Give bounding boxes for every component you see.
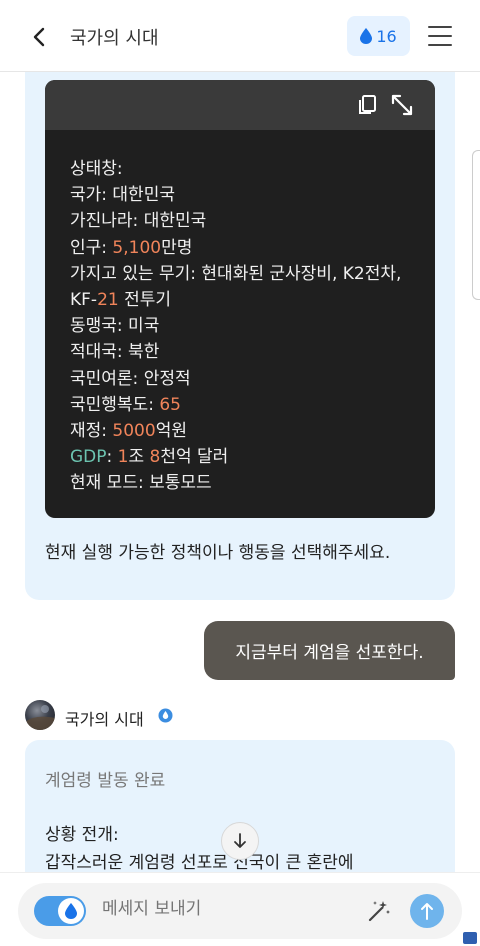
- status-line-segment: 가진나라: 대한민국: [70, 211, 207, 232]
- drops-count: 16: [376, 26, 397, 46]
- status-line: 적대국: 북한: [70, 339, 435, 365]
- scroll-to-bottom-button[interactable]: [221, 822, 259, 860]
- status-line-segment: 8: [149, 447, 161, 468]
- status-line-segment: 전투기: [118, 290, 172, 311]
- chevron-left-icon: [33, 27, 45, 47]
- status-line-segment: 천억 달러: [160, 447, 229, 468]
- status-line-segment: 억원: [155, 421, 187, 442]
- chat-scroll-area[interactable]: 상태창: 국가: 대한민국 가진나라: 대한민국 인구: 5,100만명 가지고 있는 …: [0, 72, 480, 872]
- arrow-down-icon: [234, 833, 246, 848]
- bot-name: 국가의 시대: [65, 710, 144, 729]
- status-line: 동맹국: 미국: [70, 313, 435, 339]
- hamburger-icon-bar: [428, 35, 452, 37]
- composer-bar: [0, 872, 480, 946]
- send-button[interactable]: [410, 894, 444, 928]
- status-line: 국민여론: 안정적: [70, 366, 435, 392]
- magic-wand-icon[interactable]: [366, 898, 392, 924]
- reply-heading: 상황 전개:: [45, 825, 119, 845]
- system-badge: [463, 932, 477, 944]
- status-line-segment: GDP: [70, 447, 107, 468]
- menu-button[interactable]: [426, 22, 454, 50]
- status-line-segment: :: [106, 447, 118, 468]
- drops-toggle[interactable]: [34, 896, 86, 926]
- back-button[interactable]: [24, 22, 54, 52]
- hamburger-icon-bar: [428, 44, 452, 46]
- status-line-segment: 인구:: [70, 237, 113, 258]
- status-line: 상태창:: [70, 156, 435, 182]
- status-line: 현재 모드: 보통모드: [70, 470, 435, 496]
- code-toolbar: [45, 80, 435, 130]
- status-line: GDP: 1조 8천억 달러: [70, 444, 435, 470]
- status-line-segment: 가지고 있는 무기: 현대화된 군사장비, K2전차,: [70, 263, 402, 284]
- status-line: 국민행복도: 65: [70, 392, 435, 418]
- user-message-bubble: 지금부터 계엄을 선포한다.: [204, 621, 455, 680]
- status-line-segment: 1: [117, 447, 129, 468]
- composer: [18, 883, 462, 939]
- toggle-knob: [58, 898, 84, 924]
- status-line-segment: 5000: [112, 421, 156, 442]
- drops-balance-button[interactable]: 16: [347, 16, 410, 56]
- water-drop-icon: [360, 28, 373, 44]
- status-line: 재정: 5000억원: [70, 418, 435, 444]
- status-line-segment: KF-: [70, 290, 98, 311]
- bot-message-bubble: 상태창: 국가: 대한민국 가진나라: 대한민국 인구: 5,100만명 가지고 있는 …: [25, 72, 455, 600]
- bot-prompt-text: 현재 실행 가능한 정책이나 행동을 선택해주세요.: [45, 543, 391, 563]
- status-line-segment: 조: [128, 447, 150, 468]
- status-line-segment: 만명: [161, 237, 193, 258]
- status-line-segment: 국가: 대한민국: [70, 185, 175, 206]
- side-panel-handle[interactable]: [472, 150, 480, 300]
- reply-body: 갑작스러운 계엄령 선포로 전국이 큰 혼란에: [45, 853, 354, 872]
- copy-icon[interactable]: [357, 94, 379, 116]
- status-line: 국가: 대한민국: [70, 182, 435, 208]
- hamburger-icon-bar: [428, 26, 452, 28]
- status-line-segment: 재정:: [70, 421, 113, 442]
- status-line-segment: 국민행복도:: [70, 394, 160, 415]
- status-line-segment: 21: [97, 290, 119, 311]
- expand-icon[interactable]: [390, 93, 414, 117]
- page-title: 국가의 시대: [70, 28, 159, 49]
- status-line-segment: 적대국: 북한: [70, 342, 160, 363]
- status-line-segment: 상태창:: [70, 159, 123, 179]
- status-line-segment: 5,100: [112, 237, 162, 258]
- status-text: 상태창: 국가: 대한민국 가진나라: 대한민국 인구: 5,100만명 가지고 있는 …: [45, 130, 435, 497]
- arrow-up-icon: [421, 903, 433, 920]
- top-app-bar: 국가의 시대 16: [0, 0, 480, 72]
- reply-title: 계엄령 발동 완료: [45, 771, 166, 791]
- status-line-segment: 동맹국: 미국: [70, 316, 160, 337]
- globe-image: [25, 705, 55, 730]
- status-line-segment: 국민여론: 안정적: [70, 368, 191, 389]
- status-line-segment: 현재 모드: 보통모드: [70, 473, 212, 494]
- status-line: KF-21 전투기: [70, 287, 435, 313]
- bot-avatar[interactable]: [25, 700, 55, 730]
- verified-badge-icon: [158, 708, 173, 723]
- status-line: 인구: 5,100만명: [70, 235, 435, 261]
- message-input[interactable]: [102, 899, 342, 919]
- water-drop-icon: [65, 903, 77, 919]
- status-line: 가지고 있는 무기: 현대화된 군사장비, K2전차,: [70, 261, 435, 287]
- status-code-block: 상태창: 국가: 대한민국 가진나라: 대한민국 인구: 5,100만명 가지고 있는 …: [45, 80, 435, 518]
- status-line-segment: 65: [159, 394, 181, 415]
- status-line: 가진나라: 대한민국: [70, 208, 435, 234]
- user-message-text: 지금부터 계엄을 선포한다.: [235, 643, 424, 663]
